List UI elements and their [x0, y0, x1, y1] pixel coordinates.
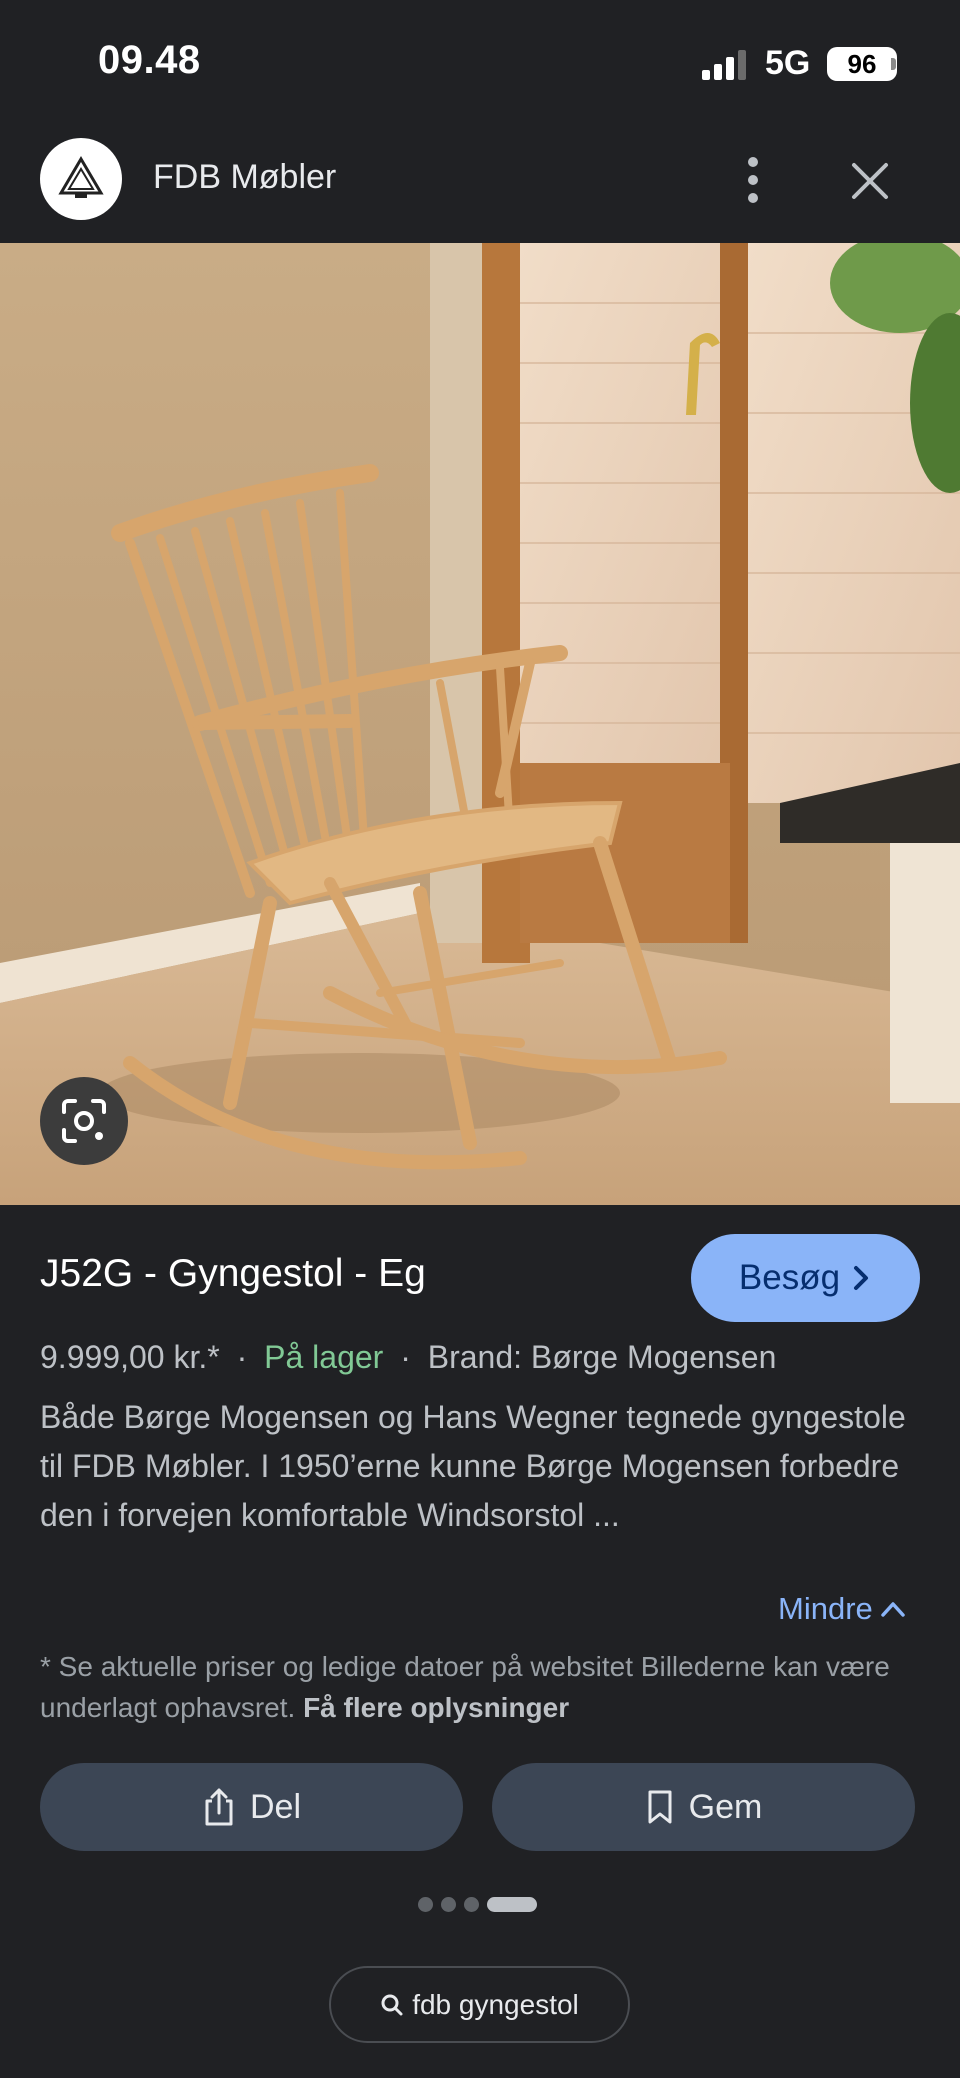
less-label: Mindre	[778, 1591, 873, 1626]
less-link[interactable]: Mindre	[778, 1591, 907, 1627]
search-chip[interactable]: fdb gyngestol	[329, 1966, 630, 2043]
battery-tip	[891, 58, 896, 70]
site-logo[interactable]	[40, 138, 122, 220]
page-dot[interactable]	[441, 1896, 456, 1912]
bookmark-icon	[648, 1790, 672, 1824]
brand: Brand: Børge Mogensen	[427, 1339, 777, 1375]
rocking-chair-photo	[0, 243, 960, 1205]
chevron-right-icon	[854, 1266, 869, 1290]
share-button[interactable]: Del	[40, 1763, 463, 1851]
search-icon	[381, 1994, 403, 2015]
network-label: 5G	[765, 44, 811, 82]
close-icon[interactable]	[845, 156, 895, 206]
separator: ·	[400, 1339, 411, 1375]
product-title[interactable]: J52G - Gyngestol - Eg	[40, 1252, 426, 1296]
visit-button[interactable]: Besøg	[691, 1234, 920, 1322]
copyright-note: * Se aktuelle priser og ledige datoer på…	[40, 1646, 920, 1728]
separator: ·	[236, 1339, 248, 1375]
lens-icon	[62, 1099, 106, 1143]
product-description: Både Børge Mogensen og Hans Wegner tegne…	[40, 1399, 906, 1533]
visit-button-label: Besøg	[738, 1258, 841, 1297]
signal-icon	[702, 50, 746, 80]
battery-indicator: 96	[827, 47, 897, 81]
lens-button[interactable]	[40, 1077, 128, 1165]
more-vert-icon[interactable]	[736, 152, 770, 208]
fdb-logo-icon	[58, 156, 104, 198]
page-dot-active[interactable]	[487, 1896, 537, 1912]
pagination-dots	[418, 1896, 542, 1912]
search-query: fdb gyngestol	[412, 1988, 579, 2020]
site-name[interactable]: FDB Møbler	[153, 158, 336, 197]
save-button[interactable]: Gem	[492, 1763, 915, 1851]
product-image[interactable]	[0, 243, 960, 1205]
stock-status: På lager	[264, 1339, 384, 1375]
chevron-up-icon	[881, 1602, 905, 1617]
page-dot[interactable]	[418, 1896, 433, 1912]
product-meta: 9.999,00 kr.* · På lager · Brand: Børge …	[40, 1339, 776, 1376]
save-label: Gem	[688, 1787, 763, 1826]
more-info-link[interactable]: Få flere oplysninger	[303, 1692, 569, 1723]
source-header: FDB Møbler	[0, 130, 960, 243]
status-time: 09.48	[98, 38, 201, 82]
share-label: Del	[249, 1787, 302, 1826]
status-bar: 09.48 5G 96	[0, 0, 960, 130]
price: 9.999,00 kr.*	[40, 1339, 220, 1375]
share-icon	[205, 1788, 233, 1826]
page-dot[interactable]	[464, 1896, 479, 1912]
